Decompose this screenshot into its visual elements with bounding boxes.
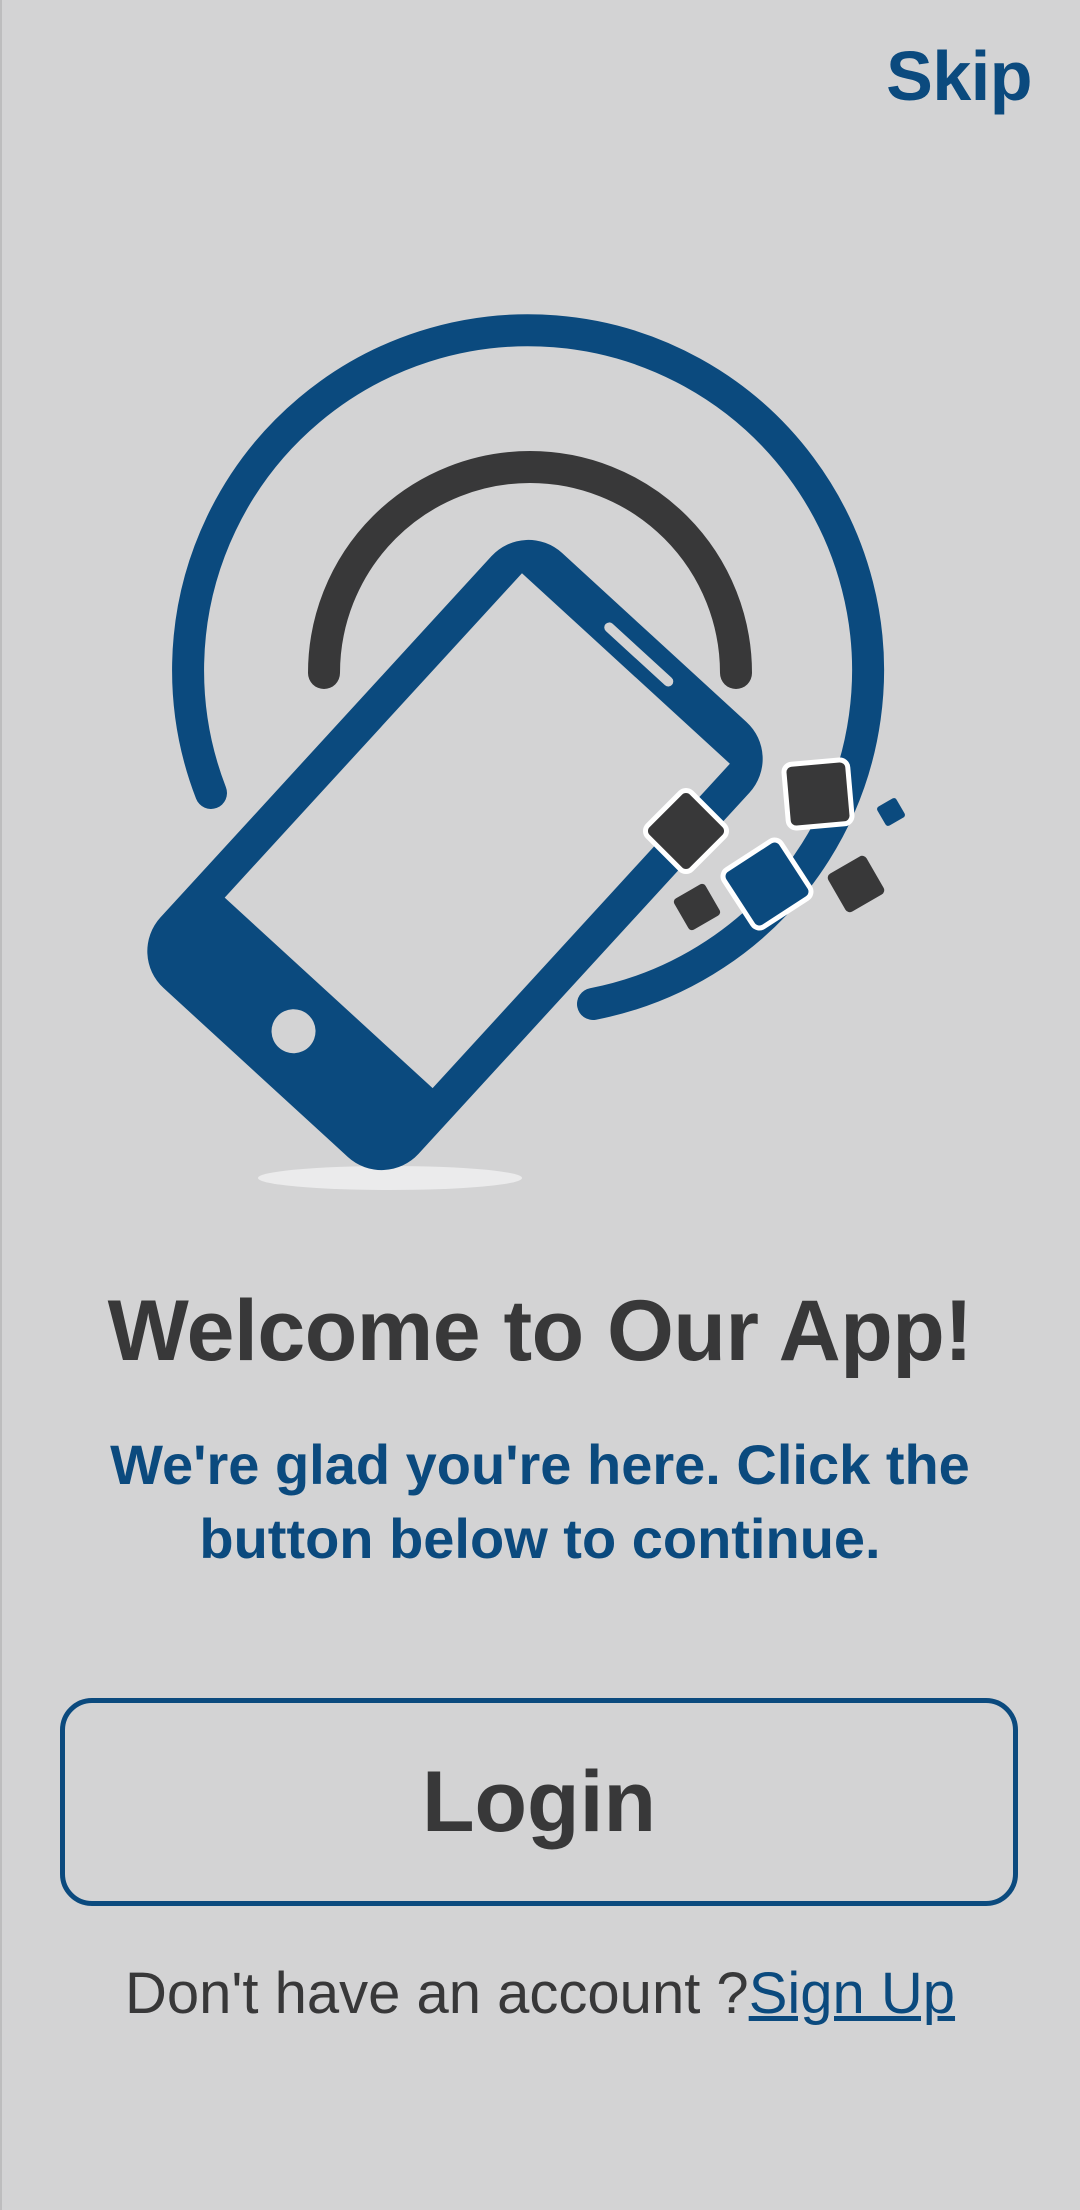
- welcome-illustration: [0, 300, 1080, 1200]
- login-button[interactable]: Login: [60, 1698, 1018, 1906]
- signup-prompt: Don't have an account ?: [124, 1961, 749, 2026]
- welcome-subtitle: We're glad you're here. Click the button…: [110, 1433, 970, 1570]
- welcome-title: Welcome to Our App!: [107, 1283, 973, 1379]
- rotating-phone-icon: [147, 314, 905, 1190]
- signup-link[interactable]: Sign Up: [749, 1961, 955, 2026]
- skip-button[interactable]: Skip: [886, 36, 1032, 116]
- signup-row: Don't have an account ?Sign Up: [0, 1960, 1080, 2027]
